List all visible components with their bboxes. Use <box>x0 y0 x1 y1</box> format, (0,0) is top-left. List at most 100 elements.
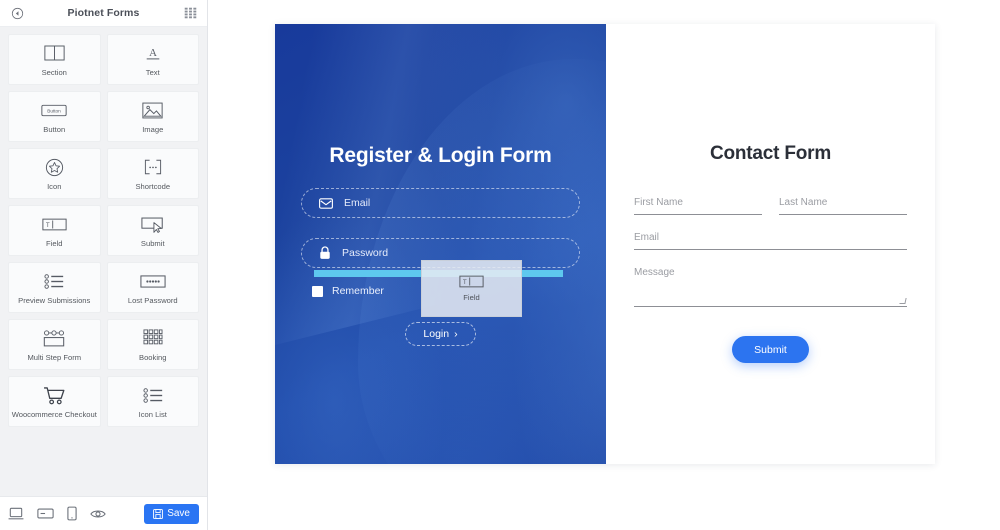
sidebar-header: Piotnet Forms <box>0 0 207 27</box>
submit-cursor-icon <box>141 214 165 235</box>
svg-text:A: A <box>149 47 157 59</box>
widget-label: Icon <box>47 181 62 191</box>
svg-text:T: T <box>46 222 50 229</box>
icon-list-icon <box>142 385 164 406</box>
last-name-field[interactable]: Last Name <box>779 197 907 215</box>
remember-label: Remember <box>332 285 384 297</box>
login-button-label: Login <box>423 328 450 340</box>
submit-button[interactable]: Submit <box>732 336 809 363</box>
save-button-label: Save <box>167 508 190 519</box>
remember-row[interactable]: Remember <box>301 285 580 297</box>
svg-text:Button: Button <box>47 108 61 113</box>
last-name-placeholder: Last Name <box>779 197 828 208</box>
widget-label: Woocommerce Checkout <box>11 409 97 419</box>
widget-label: Preview Submissions <box>18 295 91 305</box>
lock-icon <box>319 246 331 260</box>
textarea-resize-handle-icon[interactable] <box>899 298 907 304</box>
save-button[interactable]: Save <box>144 503 199 524</box>
mobile-view-icon[interactable] <box>67 506 77 521</box>
message-field-block: Message <box>634 267 907 307</box>
widget-label: Field <box>46 238 63 248</box>
shortcode-brackets-icon <box>142 157 164 178</box>
email-field[interactable]: Email <box>301 188 580 218</box>
widget-shortcode[interactable]: Shortcode <box>106 148 199 199</box>
widget-label: Icon List <box>138 409 167 419</box>
email-field-block: Email <box>634 232 907 250</box>
remember-checkbox[interactable] <box>312 285 323 297</box>
back-arrow-circle-icon[interactable] <box>9 5 25 21</box>
widget-section[interactable]: Section <box>8 34 101 85</box>
tablet-view-icon[interactable] <box>37 507 54 520</box>
message-textarea[interactable]: Message <box>634 267 907 307</box>
chevron-right-icon: › <box>454 328 458 340</box>
register-login-content: Register & Login Form Email Password Rem… <box>275 144 606 346</box>
widget-booking[interactable]: Booking <box>106 319 199 370</box>
contact-form-section[interactable]: Contact Form First Name Last Name Email <box>606 24 935 464</box>
widget-label: Image <box>142 124 164 134</box>
contact-email-field[interactable]: Email <box>634 232 907 250</box>
widget-lost-password[interactable]: Lost Password <box>106 262 199 313</box>
shopping-cart-icon <box>43 385 66 406</box>
sidebar-footer: Save <box>0 496 207 530</box>
button-icon: Button <box>41 100 67 121</box>
first-name-underline <box>634 214 762 215</box>
list-bullets-icon <box>43 271 65 292</box>
image-mountain-icon <box>142 100 163 121</box>
widget-submit[interactable]: Submit <box>106 205 199 256</box>
message-underline <box>634 306 907 307</box>
email-field-placeholder: Email <box>344 197 371 209</box>
piotnet-forms-builder: Piotnet Forms Section A Text Button Butt… <box>0 0 1000 530</box>
save-disk-icon <box>153 508 164 519</box>
widgets-scroll-area[interactable]: Section A Text Button Button Image Icon … <box>0 27 207 496</box>
widget-label: Lost Password <box>127 295 178 305</box>
widget-multi-step-form[interactable]: Multi Step Form <box>8 319 101 370</box>
login-button[interactable]: Login › <box>405 322 476 346</box>
widget-field[interactable]: T Field <box>8 205 101 256</box>
star-badge-icon <box>45 157 64 178</box>
submit-button-wrap: Submit <box>634 336 907 363</box>
password-field[interactable]: Password <box>301 238 580 268</box>
contact-email-placeholder: Email <box>634 232 660 243</box>
contact-email-underline <box>634 249 907 250</box>
page-title: Piotnet Forms <box>67 7 140 19</box>
first-name-field[interactable]: First Name <box>634 197 762 215</box>
name-row: First Name Last Name <box>634 197 907 215</box>
widget-label: Section <box>41 67 67 77</box>
widgets-grid: Section A Text Button Button Image Icon … <box>8 34 199 427</box>
password-field-placeholder: Password <box>342 247 389 259</box>
password-dots-icon <box>140 271 166 292</box>
form-canvas[interactable]: Register & Login Form Email Password Rem… <box>208 0 1000 530</box>
register-login-section[interactable]: Register & Login Form Email Password Rem… <box>275 24 606 464</box>
widget-label: Button <box>43 124 66 134</box>
preview-eye-icon[interactable] <box>90 508 106 520</box>
envelope-icon <box>319 197 333 209</box>
widget-preview-submissions[interactable]: Preview Submissions <box>8 262 101 313</box>
section-columns-icon <box>44 43 65 64</box>
widget-button[interactable]: Button Button <box>8 91 101 142</box>
last-name-underline <box>779 214 907 215</box>
widget-label: Booking <box>139 352 167 362</box>
widget-label: Submit <box>140 238 165 248</box>
widget-label: Shortcode <box>135 181 171 191</box>
first-name-placeholder: First Name <box>634 197 683 208</box>
widgets-sidebar: Piotnet Forms Section A Text Button Butt… <box>0 0 208 530</box>
apps-grid-icon[interactable] <box>182 5 198 21</box>
widget-icon[interactable]: Icon <box>8 148 101 199</box>
widget-label: Multi Step Form <box>27 352 82 362</box>
drop-position-indicator <box>314 270 563 277</box>
form-preview-sheet: Register & Login Form Email Password Rem… <box>275 24 935 464</box>
desktop-view-icon[interactable] <box>8 507 24 521</box>
widget-image[interactable]: Image <box>106 91 199 142</box>
widget-woocommerce-checkout[interactable]: Woocommerce Checkout <box>8 376 101 427</box>
multi-step-icon <box>42 328 66 349</box>
widget-text[interactable]: A Text <box>106 34 199 85</box>
text-letter-a-icon: A <box>144 43 162 64</box>
widget-icon-list[interactable]: Icon List <box>106 376 199 427</box>
contact-form-title: Contact Form <box>709 143 832 164</box>
widget-label: Text <box>145 67 160 77</box>
message-placeholder: Message <box>634 267 675 278</box>
login-button-wrap: Login › <box>301 322 580 346</box>
register-login-title: Register & Login Form <box>329 144 552 167</box>
booking-calendar-grid-icon <box>143 328 163 349</box>
